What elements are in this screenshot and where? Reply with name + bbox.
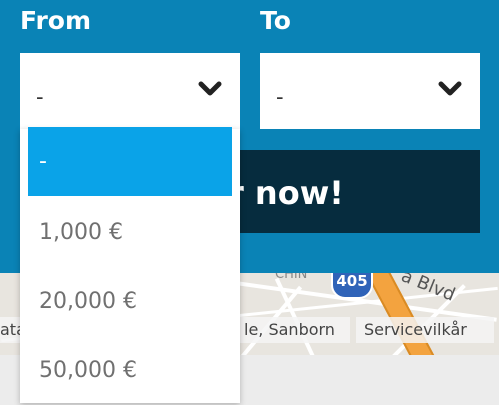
cta-button-label: r now!: [232, 174, 344, 212]
to-select[interactable]: -: [260, 53, 480, 129]
cta-button[interactable]: r now!: [232, 150, 480, 233]
from-label: From: [20, 6, 92, 35]
map-attribution-middle: le, Sanborn: [240, 317, 350, 343]
from-dropdown-list: - 1,000 € 20,000 € 50,000 €: [20, 127, 240, 405]
map-place-label: CHIN: [275, 273, 308, 282]
to-label: To: [260, 6, 291, 35]
chevron-down-icon: [198, 81, 222, 96]
dropdown-option[interactable]: -: [28, 127, 232, 196]
dropdown-option[interactable]: 1,000 €: [28, 198, 232, 267]
to-select-value: -: [276, 85, 284, 109]
from-select-value: -: [36, 85, 44, 109]
route-shield: 405: [331, 273, 373, 299]
map-attribution-left: ata: [0, 317, 26, 343]
from-select[interactable]: -: [20, 53, 240, 129]
terms-link[interactable]: Servicevilkår: [356, 317, 494, 343]
dropdown-option[interactable]: 20,000 €: [28, 267, 232, 336]
chevron-down-icon: [438, 81, 462, 96]
map-street-label: a Blvd: [398, 273, 459, 306]
dropdown-option[interactable]: 50,000 €: [28, 336, 232, 405]
